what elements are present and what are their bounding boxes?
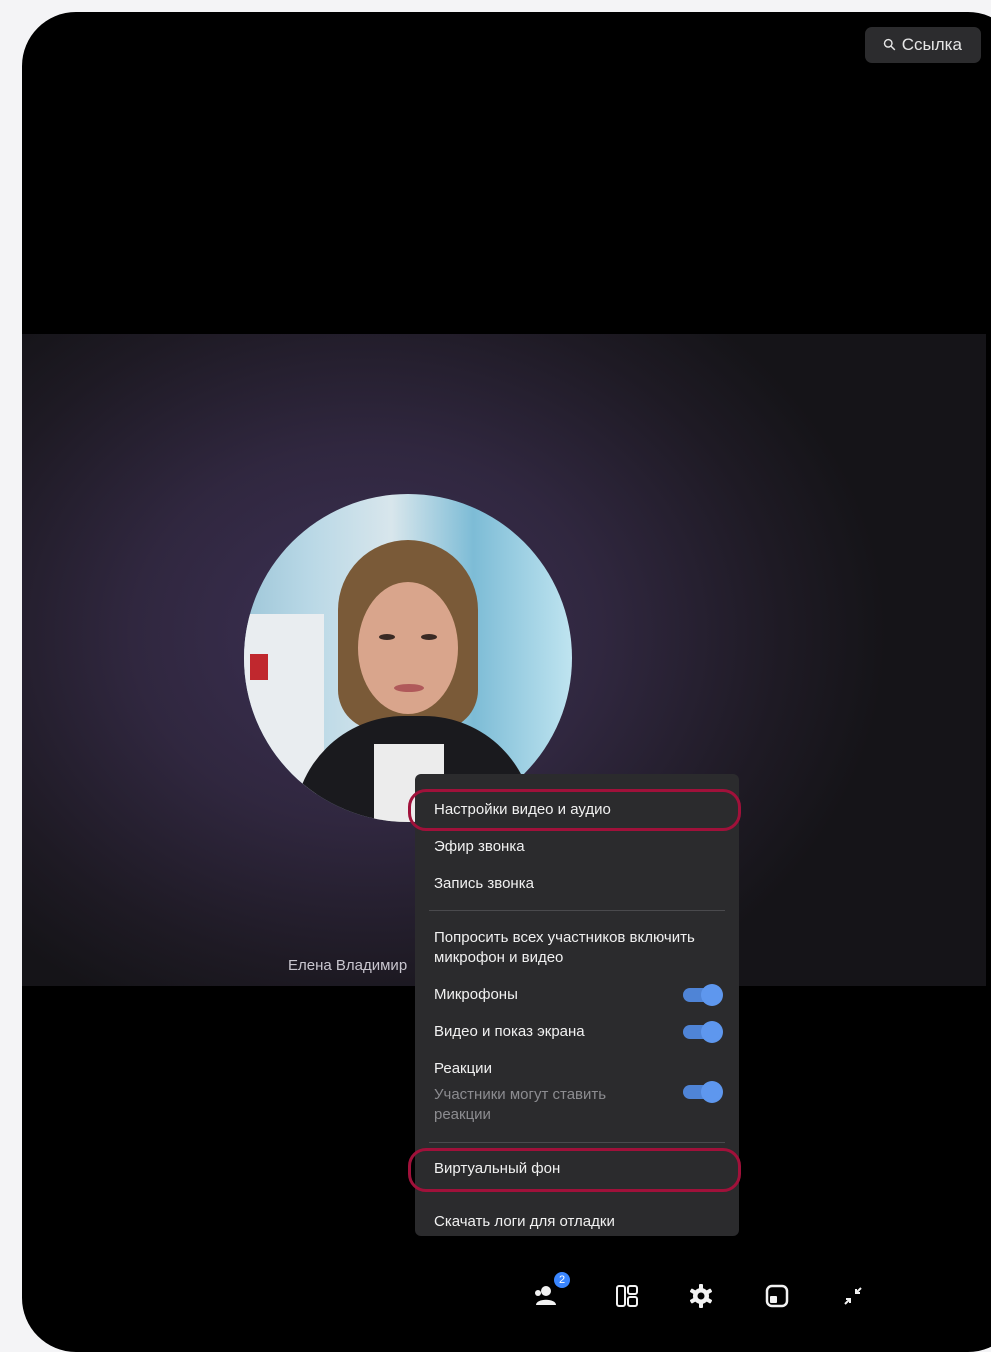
menu-item-record-call[interactable]: Запись звонка — [434, 875, 534, 892]
menu-divider — [429, 910, 725, 911]
menu-item-video-screen: Видео и показ экрана — [434, 1023, 585, 1040]
picture-in-picture-button[interactable] — [762, 1282, 792, 1310]
menu-item-video-audio-settings[interactable]: Настройки видео и аудио — [434, 801, 611, 818]
participants-button[interactable]: 2 — [534, 1272, 570, 1310]
reactions-toggle[interactable] — [683, 1081, 723, 1103]
layout-button[interactable] — [612, 1282, 642, 1310]
call-settings-menu: Настройки видео и аудио Эфир звонка Запи… — [415, 774, 739, 1236]
menu-item-microphones: Микрофоны — [434, 986, 518, 1003]
copy-link-button[interactable]: ⚲ Ссылка — [865, 27, 981, 63]
microphones-toggle[interactable] — [683, 984, 723, 1006]
layout-icon — [616, 1285, 638, 1307]
video-screen-toggle[interactable] — [683, 1021, 723, 1043]
banner-logo — [250, 654, 268, 680]
menu-item-virtual-background[interactable]: Виртуальный фон — [434, 1160, 560, 1177]
copy-link-label: Ссылка — [901, 35, 962, 54]
settings-button[interactable] — [686, 1282, 716, 1310]
menu-item-download-logs[interactable]: Скачать логи для отладки — [434, 1213, 615, 1230]
menu-item-broadcast[interactable]: Эфир звонка — [434, 838, 525, 855]
menu-divider — [429, 1142, 725, 1143]
reactions-description: Участники могут ставить реакции — [434, 1086, 607, 1123]
link-icon: ⚲ — [880, 35, 901, 56]
minimize-icon — [844, 1287, 862, 1305]
participants-count-badge: 2 — [554, 1272, 570, 1288]
participant-avatar — [244, 494, 572, 822]
participant-name: Елена Владимир — [288, 957, 408, 974]
menu-item-ask-all-enable[interactable]: Попросить всех участников включить микро… — [434, 928, 724, 968]
settings-icon — [689, 1284, 713, 1308]
minimize-button[interactable] — [838, 1282, 868, 1310]
menu-item-reactions: Реакции — [434, 1060, 492, 1077]
pip-icon — [765, 1284, 789, 1308]
